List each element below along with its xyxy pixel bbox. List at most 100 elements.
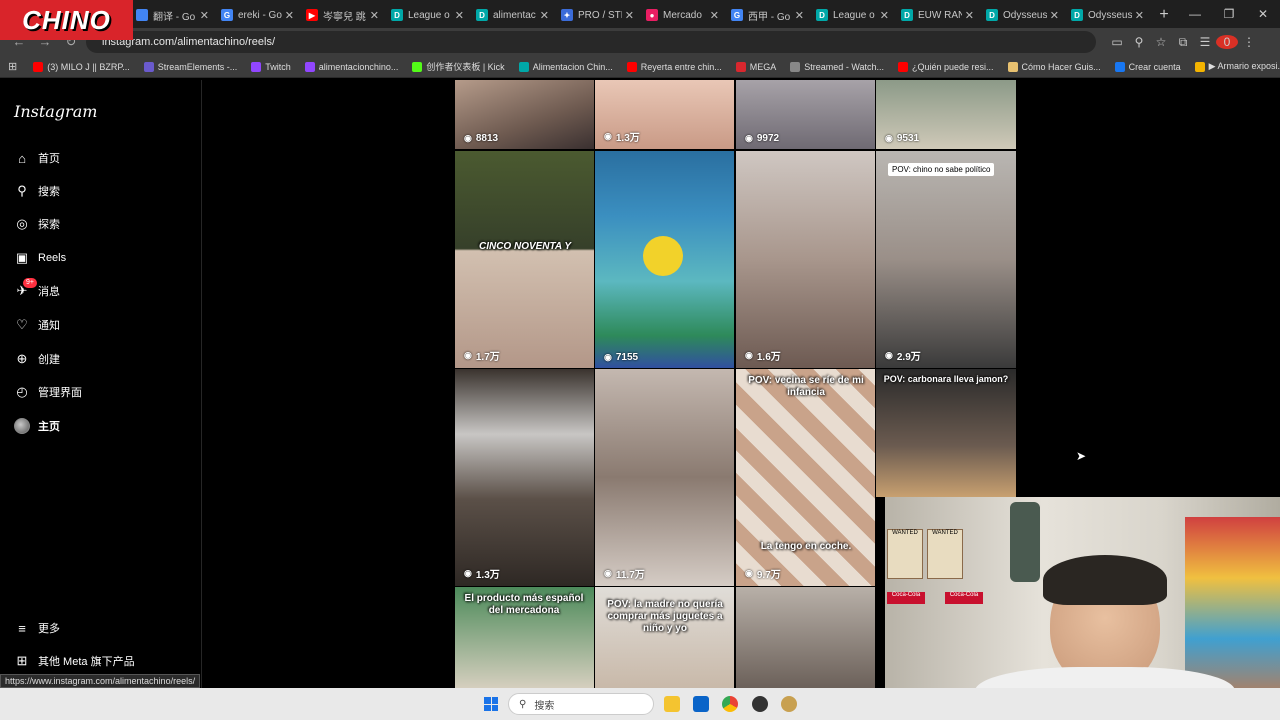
- sidebar-item-label: 其他 Meta 旗下产品: [38, 656, 135, 668]
- tab-close-icon[interactable]: ✕: [370, 9, 379, 22]
- instagram-logo[interactable]: Instagram: [14, 102, 97, 121]
- tab-favicon-icon: [136, 9, 148, 21]
- browser-tab[interactable]: D Odysseus ✕: [1065, 2, 1150, 28]
- extensions-icon[interactable]: ⧉: [1172, 35, 1194, 50]
- bookmark-item[interactable]: Reyerta entre chin...: [626, 60, 722, 73]
- minimize-icon[interactable]: —: [1178, 7, 1212, 21]
- tab-title: Mercado: [663, 9, 702, 21]
- browser-tab[interactable]: 翻译 - Go ✕: [130, 2, 215, 28]
- close-icon[interactable]: ✕: [1246, 7, 1280, 21]
- reel-caption: POV: carbonara lleva jamon?: [883, 374, 1009, 384]
- play-count-icon: ◉: [745, 568, 753, 578]
- reel-thumbnail[interactable]: ◉ 8813: [455, 80, 594, 149]
- tab-close-icon[interactable]: ✕: [625, 9, 634, 22]
- tab-close-icon[interactable]: ✕: [880, 9, 889, 22]
- reel-thumbnail[interactable]: ◉ 1.3万: [595, 80, 734, 149]
- new-tab-button[interactable]: +: [1150, 2, 1178, 28]
- bookmark-item[interactable]: MEGA: [735, 60, 776, 73]
- tab-favicon-icon: D: [816, 9, 828, 21]
- sidebar-item-heart[interactable]: ♡ 通知: [14, 315, 60, 335]
- notification-badge: 9+: [23, 278, 37, 288]
- bookmark-item[interactable]: Streamed - Watch...: [790, 60, 884, 73]
- bookmark-item[interactable]: ¿Quién puede resi...: [898, 60, 994, 73]
- browser-tab[interactable]: Gereki - Go ✕: [215, 2, 300, 28]
- bookmark-item[interactable]: Alimentacion Chin...: [518, 60, 613, 73]
- sidebar-item-more[interactable]: ≡ 更多: [14, 618, 60, 638]
- reel-thumbnail[interactable]: ◉ 1.3万: [455, 369, 594, 586]
- url-input[interactable]: instagram.com/alimentachino/reels/: [86, 31, 1096, 53]
- reel-thumbnail[interactable]: POV: vecina se ríe de mi infancia La ten…: [736, 369, 875, 586]
- bookmark-item[interactable]: ▶ Armario exposi...: [1194, 60, 1280, 73]
- browser-tab[interactable]: D EUW RAN ✕: [895, 2, 980, 28]
- reel-thumbnail[interactable]: POV: chino no sabe político ◉ 2.9万: [876, 151, 1016, 368]
- window-controls: — ❐ ✕: [1178, 0, 1280, 28]
- tab-close-icon[interactable]: ✕: [1050, 9, 1059, 22]
- bookmark-label: alimentacionchino...: [318, 61, 399, 72]
- search-icon: ⚲: [519, 698, 527, 710]
- bookmark-item[interactable]: 创作者仪表板 | Kick: [412, 60, 505, 73]
- tab-close-icon[interactable]: ✕: [455, 9, 464, 22]
- sidebar-item-create[interactable]: ⊕ 创建: [14, 349, 60, 369]
- sidebar-item-meta[interactable]: ⊞ 其他 Meta 旗下产品: [14, 651, 135, 671]
- tab-close-icon[interactable]: ✕: [540, 9, 549, 22]
- tab-close-icon[interactable]: ✕: [1135, 9, 1144, 22]
- browser-tab[interactable]: ▶ 岑寧兒 跳 ✕: [300, 2, 385, 28]
- bookmark-list: (3) MILO J || BZRP... StreamElements -...…: [33, 60, 1280, 73]
- profile-button[interactable]: 0: [1216, 34, 1238, 50]
- restore-icon[interactable]: ❐: [1212, 7, 1246, 21]
- sidebar-item-messages[interactable]: ✈ 9+ 消息: [14, 278, 60, 301]
- reel-thumbnail[interactable]: ◉ 9531: [876, 80, 1016, 149]
- bookmark-item[interactable]: StreamElements -...: [143, 60, 238, 73]
- reel-thumbnail[interactable]: ◉ 9972: [736, 80, 875, 149]
- reel-thumbnail[interactable]: CINCO NOVENTA Y ◉ 1.7万: [455, 151, 594, 368]
- browser-tab[interactable]: D League o ✕: [810, 2, 895, 28]
- reel-thumbnail[interactable]: POV: carbonara lleva jamon?: [876, 369, 1016, 497]
- zoom-icon[interactable]: ⚲: [1128, 35, 1150, 50]
- apps-grid-icon[interactable]: ⊞: [8, 60, 17, 74]
- browser-tab[interactable]: D Odysseus ✕: [980, 2, 1065, 28]
- reel-thumbnail[interactable]: ◉ 1.6万: [736, 151, 875, 368]
- file-explorer-icon[interactable]: [664, 696, 680, 712]
- bookmark-favicon-icon: [33, 61, 44, 72]
- browser-tab[interactable]: Dalimentac ✕: [470, 2, 555, 28]
- reel-thumbnail[interactable]: ◉ 11.7万: [595, 369, 734, 586]
- bookmark-favicon-icon: [898, 61, 908, 72]
- league-client-icon[interactable]: [781, 696, 797, 712]
- tab-close-icon[interactable]: ✕: [710, 9, 719, 22]
- sidebar-item-home[interactable]: ⌂ 首页: [14, 148, 60, 168]
- sidebar-item-label: 首页: [38, 153, 60, 165]
- bookmark-label: StreamElements -...: [157, 61, 238, 72]
- sidebar-item-compass[interactable]: ◎ 探索: [14, 214, 60, 234]
- browser-tab[interactable]: ✦ PRO / STR✕: [555, 2, 640, 28]
- browser-tab[interactable]: G 西甲 - Go ✕: [725, 2, 810, 28]
- reel-thumbnail[interactable]: [736, 587, 875, 690]
- sidebar-item-reels[interactable]: ▣ Reels: [14, 248, 66, 268]
- menu-icon[interactable]: ⋮: [1238, 35, 1260, 50]
- sidebar-item-avatar[interactable]: 主页: [14, 416, 60, 436]
- bookmark-item[interactable]: (3) MILO J || BZRP...: [33, 60, 130, 73]
- reading-list-icon[interactable]: ☰: [1194, 35, 1216, 50]
- bookmark-item[interactable]: Twitch: [251, 60, 291, 73]
- tab-close-icon[interactable]: ✕: [285, 9, 294, 22]
- sidebar-item-dashboard[interactable]: ◴ 管理界面: [14, 382, 82, 402]
- bookmark-star-icon[interactable]: ☆: [1150, 35, 1172, 50]
- tab-close-icon[interactable]: ✕: [200, 9, 209, 22]
- reel-thumbnail[interactable]: El producto más español del mercadona: [455, 587, 594, 690]
- cast-icon[interactable]: ▭: [1106, 35, 1128, 50]
- reel-thumbnail[interactable]: POV: la madre no quería comprar más jugu…: [595, 587, 734, 690]
- windows-start-icon[interactable]: [484, 697, 498, 711]
- chrome-icon[interactable]: [722, 696, 738, 712]
- bookmark-item[interactable]: Cómo Hacer Guis...: [1007, 60, 1101, 73]
- tab-close-icon[interactable]: ✕: [965, 9, 974, 22]
- outlook-icon[interactable]: [693, 696, 709, 712]
- obs-icon[interactable]: [752, 696, 768, 712]
- bookmark-item[interactable]: Crear cuenta: [1114, 60, 1181, 73]
- tab-close-icon[interactable]: ✕: [795, 9, 804, 22]
- sidebar-item-label: 主页: [38, 421, 60, 433]
- browser-tab[interactable]: ● Mercado ✕: [640, 2, 725, 28]
- sidebar-item-search[interactable]: ⚲ 搜索: [14, 181, 60, 201]
- taskbar-search-input[interactable]: ⚲ 搜索: [508, 693, 654, 715]
- reel-thumbnail[interactable]: ◉ 7155: [595, 151, 734, 368]
- browser-tab[interactable]: D League o ✕: [385, 2, 470, 28]
- bookmark-item[interactable]: alimentacionchino...: [304, 60, 399, 73]
